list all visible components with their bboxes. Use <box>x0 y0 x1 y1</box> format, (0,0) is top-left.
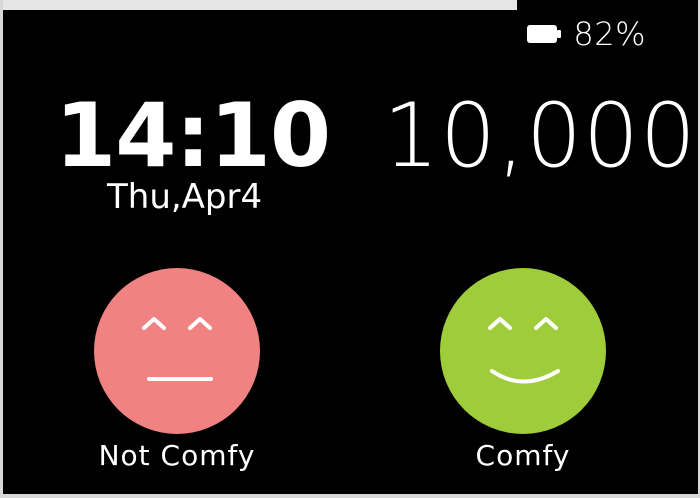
watch-screen: 82% 14:10 Thu,Apr4 10,000 Not Comfy Comf… <box>3 0 698 494</box>
not-comfy-label: Not Comfy <box>98 439 256 472</box>
neutral-face-icon <box>142 317 213 381</box>
smiling-face-icon <box>488 317 560 384</box>
comfy-label: Comfy <box>475 439 571 472</box>
comfy-button[interactable] <box>440 268 606 434</box>
step-count: 10,000 <box>383 84 697 187</box>
not-comfy-button[interactable] <box>94 268 260 434</box>
clock-time: 14:10 <box>55 84 331 187</box>
clock-date: Thu,Apr4 <box>107 177 263 217</box>
battery-icon <box>527 25 562 43</box>
battery-level: 82% <box>573 15 646 53</box>
top-edge-bar <box>3 0 517 10</box>
battery-status: 82% <box>527 14 646 54</box>
